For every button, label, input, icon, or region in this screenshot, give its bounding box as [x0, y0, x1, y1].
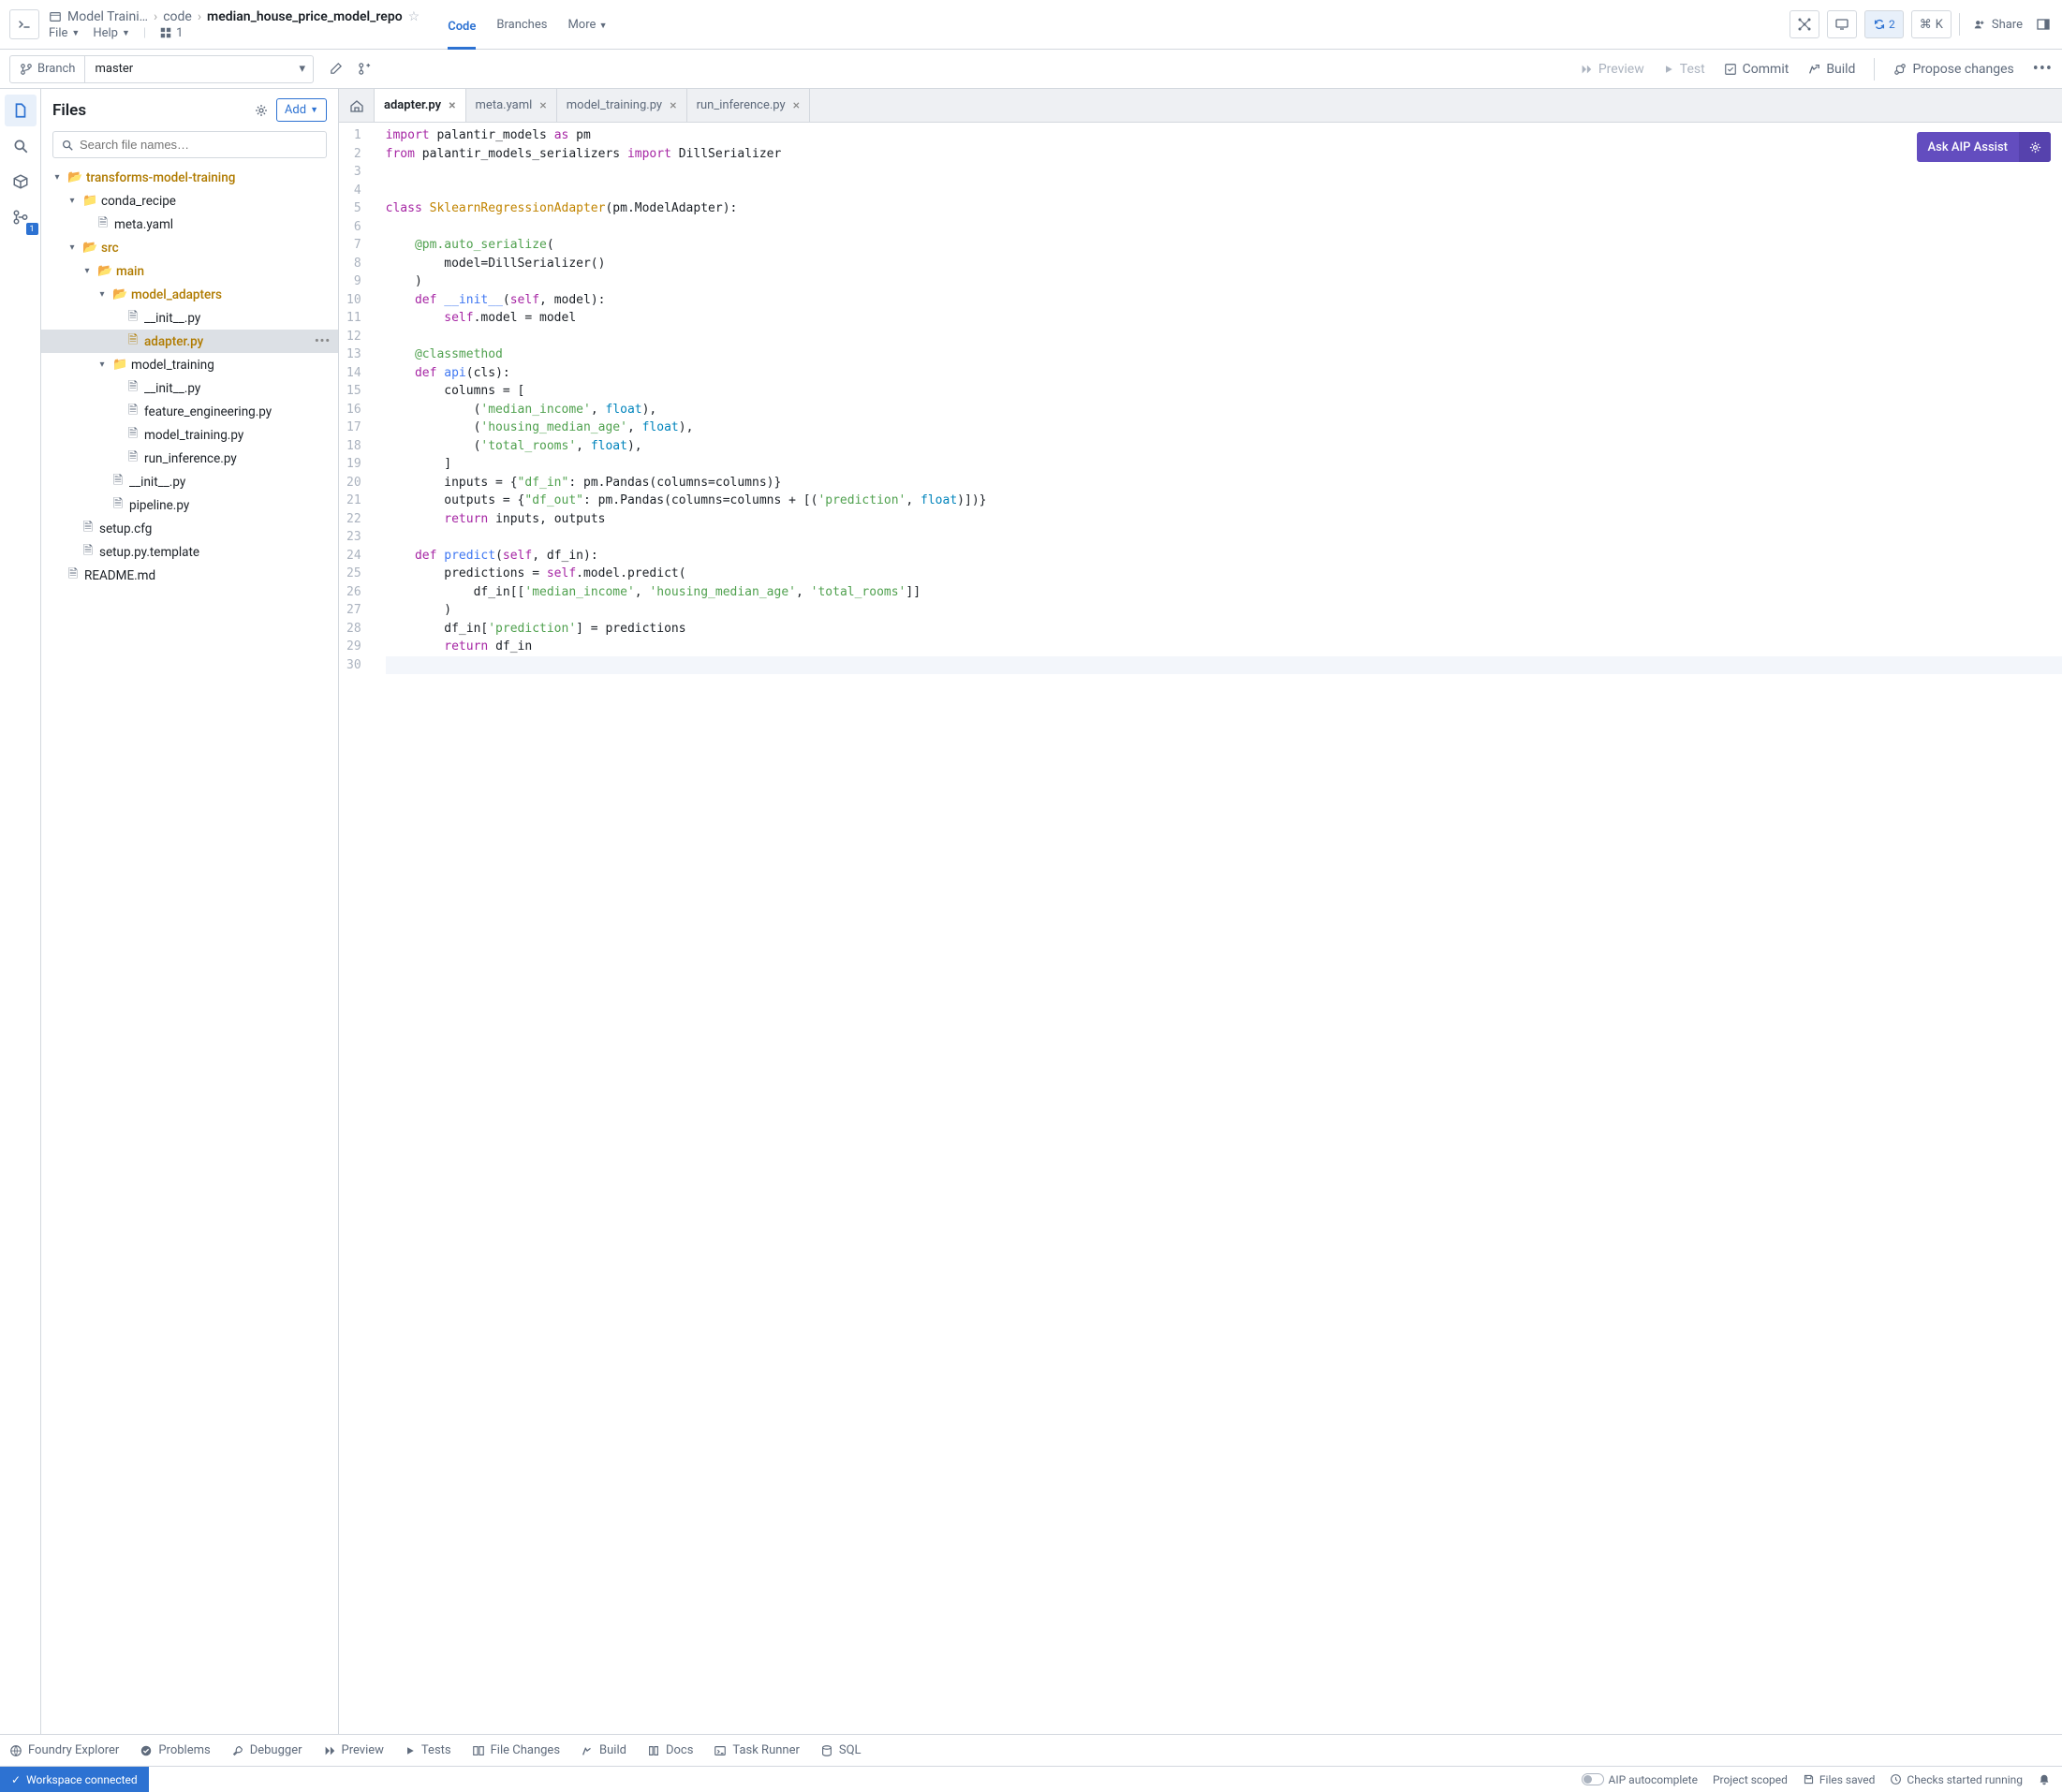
docs-button[interactable]: Docs [647, 1743, 693, 1757]
tree-folder[interactable]: ▾📂transforms-model-training [41, 166, 338, 189]
tree-file[interactable]: 🗎feature_engineering.py [41, 400, 338, 423]
collaborators-count[interactable]: 1 [159, 26, 183, 40]
bell-icon[interactable] [2038, 1773, 2051, 1786]
rail-package-icon[interactable] [5, 166, 37, 198]
file-tree: ▾📂transforms-model-training ▾📁conda_reci… [41, 166, 338, 1734]
chevron-right-icon: › [154, 9, 157, 24]
close-icon[interactable]: × [670, 98, 676, 113]
debugger-button[interactable]: Debugger [231, 1743, 302, 1757]
editor-tab[interactable]: model_training.py× [557, 89, 687, 122]
help-menu[interactable]: Help ▼ [93, 26, 130, 40]
file-search-input[interactable] [52, 131, 327, 158]
tree-file[interactable]: 🗎meta.yaml [41, 213, 338, 236]
tests-button[interactable]: Tests [405, 1743, 451, 1757]
foundry-explorer-button[interactable]: Foundry Explorer [9, 1743, 119, 1757]
breadcrumb-mid[interactable]: code [163, 9, 192, 24]
tree-file[interactable]: 🗎__init__.py [41, 376, 338, 400]
gear-icon[interactable] [2019, 132, 2051, 162]
branch-selector[interactable]: Branch master ▾ [9, 55, 314, 83]
tree-file[interactable]: 🗎model_training.py [41, 423, 338, 447]
bottom-panel-bar: Foundry Explorer Problems Debugger Previ… [0, 1734, 2062, 1766]
tree-folder[interactable]: ▾📁model_training [41, 353, 338, 376]
tab-branches[interactable]: Branches [496, 14, 547, 36]
tree-folder[interactable]: ▾📂src [41, 236, 338, 259]
app-icon [9, 9, 39, 39]
tree-file[interactable]: 🗎__init__.py [41, 470, 338, 493]
panel-icon[interactable] [2036, 17, 2051, 32]
add-button[interactable]: Add ▼ [276, 98, 327, 122]
editor-tab[interactable]: meta.yaml× [466, 89, 557, 122]
task-runner-button[interactable]: Task Runner [714, 1743, 799, 1757]
close-icon[interactable]: × [539, 98, 546, 113]
tree-file[interactable]: 🗎setup.py.template [41, 540, 338, 564]
files-sidebar: Files Add ▼ ▾📂transforms-model-training … [41, 89, 339, 1734]
tab-more[interactable]: More ▼ [567, 14, 607, 36]
more-icon[interactable]: ••• [315, 334, 331, 348]
workspace-status[interactable]: ✓Workspace connected [0, 1767, 149, 1792]
build-panel-button[interactable]: Build [581, 1743, 626, 1757]
file-changes-button[interactable]: File Changes [472, 1743, 560, 1757]
build-button[interactable]: Build [1807, 62, 1855, 77]
commit-button[interactable]: Commit [1724, 62, 1790, 77]
graph-icon[interactable] [1790, 10, 1819, 38]
tree-folder[interactable]: ▾📁conda_recipe [41, 189, 338, 213]
files-saved-status: Files saved [1803, 1773, 1876, 1786]
rail-badge: 1 [26, 223, 38, 235]
command-palette-button[interactable]: ⌘K [1911, 10, 1952, 38]
tree-folder[interactable]: ▾📂model_adapters [41, 283, 338, 306]
tree-file[interactable]: 🗎setup.cfg [41, 517, 338, 540]
rail-source-control-icon[interactable]: 1 [5, 201, 37, 233]
star-icon[interactable]: ☆ [408, 9, 420, 24]
file-menu[interactable]: File ▼ [49, 26, 80, 40]
editor-area: adapter.py× meta.yaml× model_training.py… [339, 89, 2062, 1734]
ask-aip-assist-button[interactable]: Ask AIP Assist [1917, 132, 2051, 162]
home-tab-icon[interactable] [339, 89, 375, 122]
tab-code[interactable]: Code [448, 16, 476, 50]
propose-changes-button[interactable]: Propose changes [1893, 62, 2013, 77]
tree-folder[interactable]: ▾📂main [41, 259, 338, 283]
breadcrumb-current: median_house_price_model_repo [207, 9, 403, 24]
close-icon[interactable]: × [449, 98, 455, 113]
editor-tabs: adapter.py× meta.yaml× model_training.py… [339, 89, 2062, 123]
problems-button[interactable]: Problems [140, 1743, 210, 1757]
preview-button[interactable]: Preview [1580, 62, 1644, 77]
test-button[interactable]: Test [1663, 62, 1705, 77]
tree-file[interactable]: 🗎__init__.py [41, 306, 338, 330]
rail-search-icon[interactable] [5, 130, 37, 162]
top-tabs: Code Branches More ▼ [429, 14, 607, 36]
branch-bar: Branch master ▾ Preview Test Commit Buil… [0, 50, 2062, 89]
new-branch-icon[interactable] [358, 62, 372, 76]
chevron-right-icon: › [198, 9, 201, 24]
top-bar: Model Traini… › code › median_house_pric… [0, 0, 2062, 50]
editor-tab[interactable]: adapter.py× [375, 89, 466, 122]
rail-files-icon[interactable] [5, 95, 37, 126]
breadcrumb-root[interactable]: Model Traini… [67, 9, 148, 24]
editor-tab[interactable]: run_inference.py× [687, 89, 811, 122]
share-button[interactable]: Share [1967, 18, 2028, 32]
left-rail: 1 [0, 89, 41, 1734]
sidebar-title: Files [52, 101, 246, 120]
checks-status[interactable]: Checks started running [1890, 1773, 2023, 1786]
gear-icon[interactable] [254, 103, 269, 118]
sync-button[interactable]: 2 [1864, 10, 1904, 38]
repo-icon [49, 10, 62, 23]
autocomplete-toggle[interactable]: AIP autocomplete [1582, 1773, 1698, 1786]
tree-file[interactable]: 🗎README.md [41, 564, 338, 587]
chevron-down-icon: ▾ [291, 62, 313, 76]
edit-icon[interactable] [323, 62, 348, 76]
tree-file[interactable]: 🗎run_inference.py [41, 447, 338, 470]
project-scoped-status[interactable]: Project scoped [1713, 1773, 1788, 1786]
monitor-icon[interactable] [1827, 10, 1857, 38]
branch-name: master [85, 62, 291, 76]
preview-panel-button[interactable]: Preview [323, 1743, 384, 1757]
more-actions-icon[interactable]: ••• [2033, 59, 2053, 79]
sql-button[interactable]: SQL [820, 1743, 862, 1757]
tree-file-selected[interactable]: 🗎adapter.py••• [41, 330, 338, 353]
code-editor[interactable]: 1234567891011121314151617181920212223242… [339, 123, 2062, 1734]
tree-file[interactable]: 🗎pipeline.py [41, 493, 338, 517]
close-icon[interactable]: × [793, 98, 800, 113]
status-bar: ✓Workspace connected AIP autocomplete Pr… [0, 1766, 2062, 1792]
breadcrumb: Model Traini… › code › median_house_pric… [49, 9, 420, 24]
